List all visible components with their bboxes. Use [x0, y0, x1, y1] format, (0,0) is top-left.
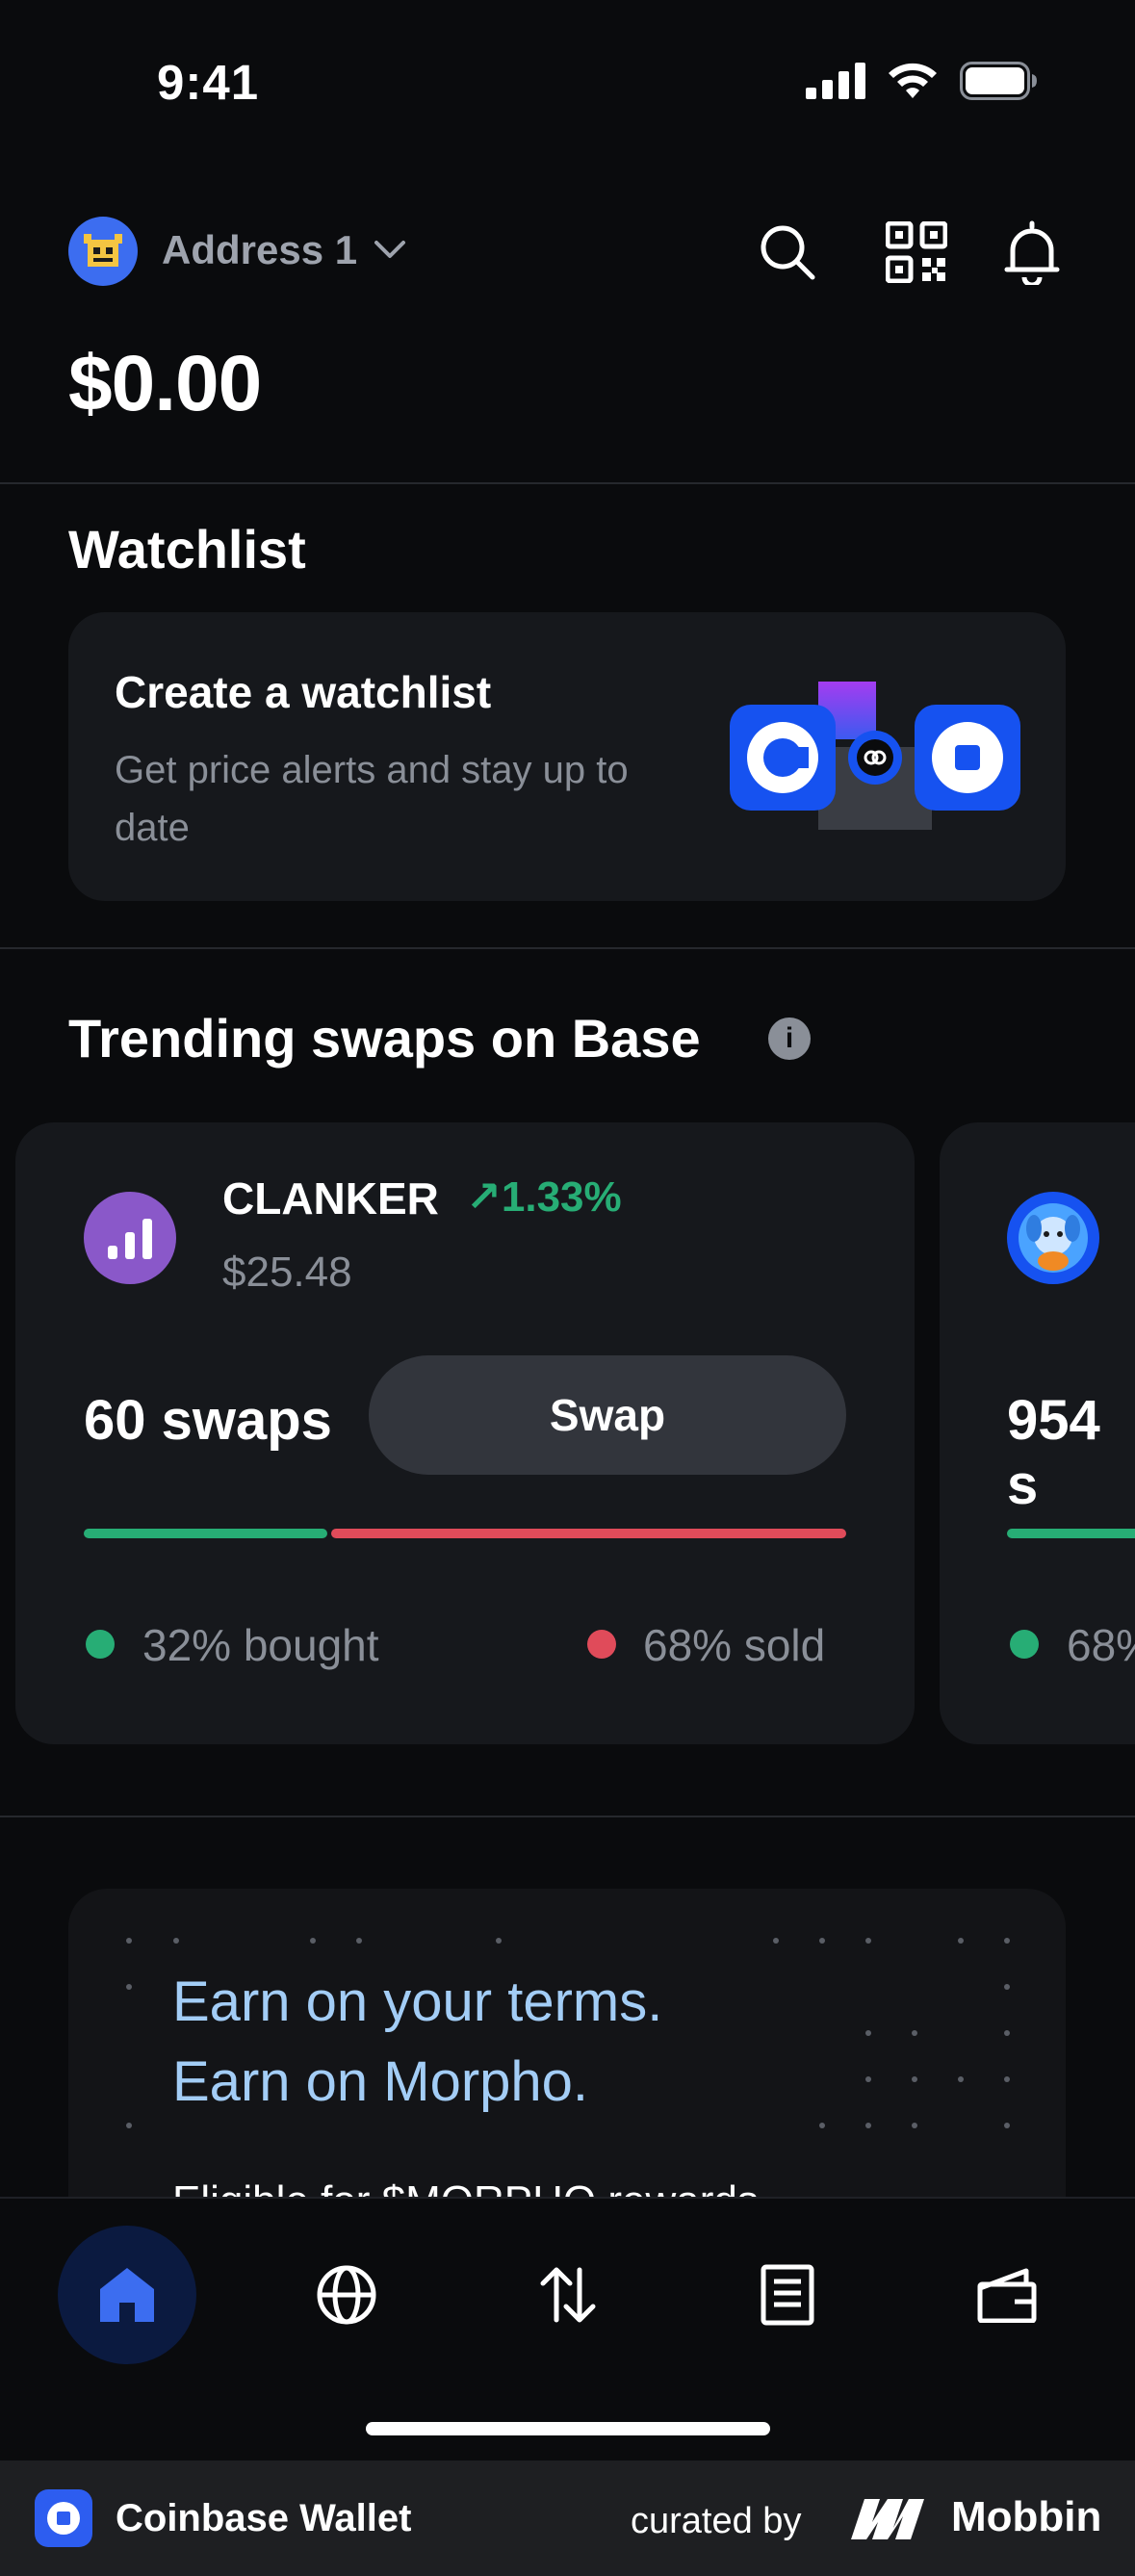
bought-ratio-bar [1007, 1529, 1135, 1538]
tab-wallet[interactable] [938, 2226, 1076, 2364]
mobbin-logo-icon [851, 2499, 924, 2539]
divider [0, 482, 1135, 484]
wifi-icon [889, 63, 937, 98]
address-avatar[interactable] [68, 217, 138, 286]
bought-dot [86, 1630, 115, 1659]
chevron-down-icon[interactable] [371, 231, 409, 270]
app-screen: 9:41 Address 1 $0.00 Watchlist Create a … [0, 0, 1135, 2576]
sold-percentage: 68% sold [643, 1620, 826, 1670]
morpho-headline-line1: Earn on your terms. [172, 1971, 663, 2033]
cellular-signal-icon [806, 63, 865, 99]
bought-percentage: 68% [1067, 1620, 1135, 1670]
tab-explore[interactable] [277, 2226, 416, 2364]
divider [0, 1816, 1135, 1817]
info-icon[interactable]: i [768, 1018, 811, 1060]
trending-swaps-title: Trending swaps on Base [68, 1008, 701, 1069]
swap-count: 60 swaps [84, 1389, 332, 1452]
morpho-headline-line2: Earn on Morpho. [172, 2050, 589, 2113]
bought-ratio-bar [84, 1529, 327, 1538]
status-time: 9:41 [157, 55, 260, 110]
wallet-balance: $0.00 [68, 340, 262, 427]
footer-brand: Coinbase Wallet [116, 2497, 412, 2539]
home-icon [100, 2268, 154, 2322]
search-button[interactable] [751, 216, 824, 289]
create-watchlist-description: Get price alerts and stay up to date [115, 749, 629, 849]
token-price-change: ↗1.33% [466, 1173, 622, 1221]
swap-arrows-icon [540, 2267, 596, 2323]
watchlist-illustration [730, 682, 1020, 830]
qr-code-button[interactable] [880, 216, 953, 289]
wallet-icon [977, 2268, 1037, 2323]
robot-avatar-icon [84, 234, 122, 267]
status-icons [806, 62, 1039, 100]
home-indicator [366, 2422, 770, 2435]
clanker-token-icon [84, 1192, 176, 1284]
tab-swap[interactable] [499, 2226, 637, 2364]
token-name: CLANKER [222, 1173, 439, 1224]
footer-mobbin: Mobbin [951, 2493, 1102, 2540]
divider [0, 947, 1135, 949]
battery-icon [960, 62, 1037, 100]
search-icon [761, 225, 815, 280]
document-icon [761, 2264, 814, 2326]
globe-icon [317, 2265, 376, 2325]
sold-ratio-bar [331, 1529, 846, 1538]
tab-activity[interactable] [718, 2226, 857, 2364]
address-selector-label[interactable]: Address 1 [162, 227, 357, 273]
bought-dot [1010, 1630, 1039, 1659]
token-avatar [1007, 1192, 1099, 1284]
qr-code-icon [886, 221, 947, 283]
watchlist-title: Watchlist [68, 519, 306, 580]
dog-token-icon [1019, 1203, 1088, 1273]
create-watchlist-title: Create a watchlist [115, 667, 492, 717]
bell-icon [1004, 220, 1060, 285]
notifications-button[interactable] [995, 216, 1069, 289]
coinbase-wallet-logo-icon [35, 2489, 92, 2547]
token-price: $25.48 [222, 1249, 352, 1296]
sold-dot [587, 1630, 616, 1659]
tab-home[interactable] [58, 2226, 196, 2364]
swap-button[interactable]: Swap [369, 1355, 846, 1475]
footer-curated-by: curated by [631, 2501, 802, 2541]
swap-count: 954 s [1007, 1389, 1100, 1516]
bought-percentage: 32% bought [142, 1620, 379, 1670]
